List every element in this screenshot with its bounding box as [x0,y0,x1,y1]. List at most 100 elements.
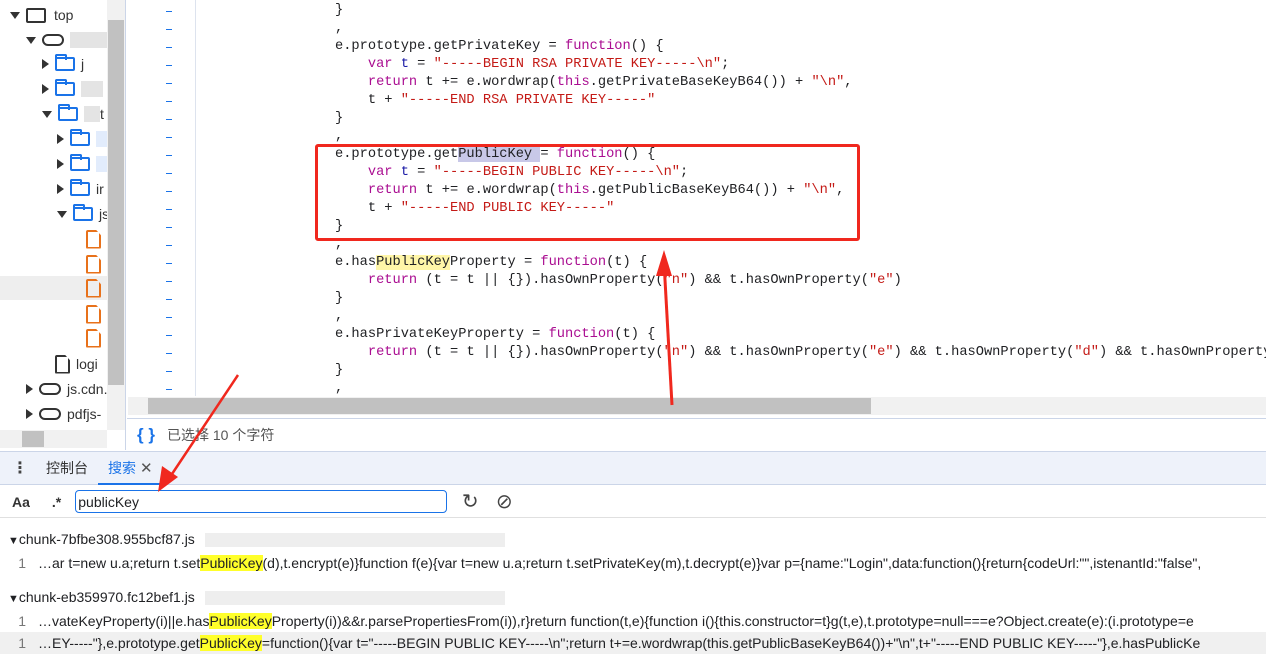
refresh-icon[interactable]: ↻ [459,489,481,514]
code-token: ) && t.hasOwnProperty( [688,345,869,360]
tree-folder[interactable]: j [42,52,84,76]
search-result-line[interactable]: 1 …vateKeyProperty(i)||e.hasPublicKeyProp… [0,610,1266,632]
expand-arrow-icon[interactable] [10,11,20,19]
result-before: …vateKeyProperty(i)||e.has [38,613,210,629]
tree-file-login[interactable]: logi [55,352,98,376]
tree-folder[interactable]: ir [57,177,104,201]
collapse-arrow-icon[interactable] [26,409,33,419]
collapse-arrow-icon[interactable] [42,59,49,69]
tree-file[interactable] [86,227,107,251]
match-highlight: PublicKey [209,613,272,629]
tree-item-cdn[interactable]: js.cdn. [26,377,107,401]
line-number: 1 [18,555,26,571]
result-file-header[interactable]: ▼chunk-eb359970.fc12bef1.js [8,586,505,608]
code-line: } [335,2,343,20]
clear-icon[interactable]: ⊘ [493,489,515,514]
tree-file[interactable] [86,252,107,276]
line-number: 1 [18,613,26,629]
string-token: "e" [868,273,894,288]
cloud-icon [42,34,64,46]
collapse-arrow-icon[interactable] [57,134,64,144]
code-line: e.hasPrivateKeyProperty = function(t) { [335,326,655,344]
editor-scroll-thumb[interactable] [148,398,871,414]
code-token: ) && t.hasOwnProperty( [688,273,869,288]
pretty-print-icon[interactable]: { } [137,425,155,445]
script-file-icon [86,278,101,298]
code-line: return (t = t || {}).hasOwnProperty("n")… [335,344,1266,362]
keyword-token: this [556,75,590,90]
collapse-arrow-icon[interactable] [57,159,64,169]
gutter-marker [166,155,172,156]
tree-file[interactable] [86,326,107,350]
gutter-marker [166,317,172,318]
tree-folder[interactable]: t [42,102,104,126]
tree-folder-js[interactable]: js [57,202,109,226]
search-result-line[interactable]: 1 …EY-----"},e.prototype.getPublicKey=fun… [0,632,1266,654]
code-token: } [335,363,344,378]
string-token: "n" [663,345,689,360]
cloud-icon [39,408,61,420]
match-case-toggle[interactable]: Aa [12,494,30,510]
close-icon[interactable]: ✕ [140,460,153,477]
gutter-marker [166,335,172,336]
code-line: t + "-----END RSA PRIVATE KEY-----" [335,92,656,110]
code-line: , [335,20,343,38]
folder-icon [70,129,90,146]
script-file-icon [86,254,101,274]
collapse-arrow-icon[interactable] [42,84,49,94]
code-token: ) && t.hasOwnProperty( [893,345,1075,360]
tree-file[interactable] [86,302,107,326]
code-line: } [335,110,343,128]
drawer-tab-bar: ⋮ 控制台 搜索 ✕ [0,451,1266,485]
gutter-marker [166,173,172,174]
gutter-marker [166,29,172,30]
expand-arrow-icon[interactable] [57,210,67,218]
result-file-name: chunk-7bfbe308.955bcf87.js [18,531,195,547]
string-token: "e" [868,345,894,360]
script-file-icon [86,304,101,324]
result-file-header[interactable]: ▼chunk-7bfbe308.955bcf87.js [8,528,505,550]
redacted-text [84,106,100,122]
collapse-arrow-icon[interactable] [57,184,64,194]
code-token: t += e.wordwrap( [417,75,557,90]
string-token: "-----END RSA PRIVATE KEY-----" [400,93,656,108]
tree-folder[interactable] [42,77,103,101]
collapse-arrow-icon[interactable] [26,384,33,394]
regex-toggle[interactable]: .* [52,494,61,510]
tree-item-top[interactable]: top [10,3,73,27]
keyword-token: return [367,273,418,288]
folder-icon [70,179,90,196]
code-token: t + [335,93,401,108]
tree-item-domain[interactable] [26,28,120,52]
gutter-marker [166,389,172,390]
tree-item-pdfjs[interactable]: pdfjs- [26,402,101,426]
expand-arrow-icon[interactable] [26,36,36,44]
code-token: , [335,381,344,396]
sidebar-horizontal-scrollbar[interactable] [0,430,107,448]
gutter-marker [166,299,172,300]
sidebar-scroll-thumb[interactable] [108,20,124,385]
code-token: .getPrivateBaseKeyB64()) + [589,75,812,90]
code-line: e.prototype.getPrivateKey = function() { [335,38,664,56]
script-file-icon [86,328,101,348]
expand-arrow-icon[interactable] [42,110,52,118]
gutter-marker [166,137,172,138]
code-token: e.has [335,255,377,270]
keyword-token: function [565,39,631,54]
search-toolbar: Aa .* ↻ ⊘ [0,486,1266,518]
expand-arrow-icon[interactable]: ▼ [8,535,19,547]
gutter-marker [166,47,172,48]
annotation-highlight-box [315,144,860,241]
document-file-icon [55,354,70,374]
expand-arrow-icon[interactable]: ▼ [8,593,19,605]
more-options-icon[interactable]: ⋮ [10,458,30,478]
code-token: } [335,3,344,18]
tab-search[interactable]: 搜索 ✕ [98,451,163,485]
search-input[interactable] [75,490,448,513]
tree-file-selected[interactable] [0,276,107,300]
tab-console[interactable]: 控制台 [36,451,98,485]
search-result-line[interactable]: 1 …ar t=new u.a;return t.setPublicKey(d),… [0,552,1266,574]
folder-icon [58,104,78,121]
